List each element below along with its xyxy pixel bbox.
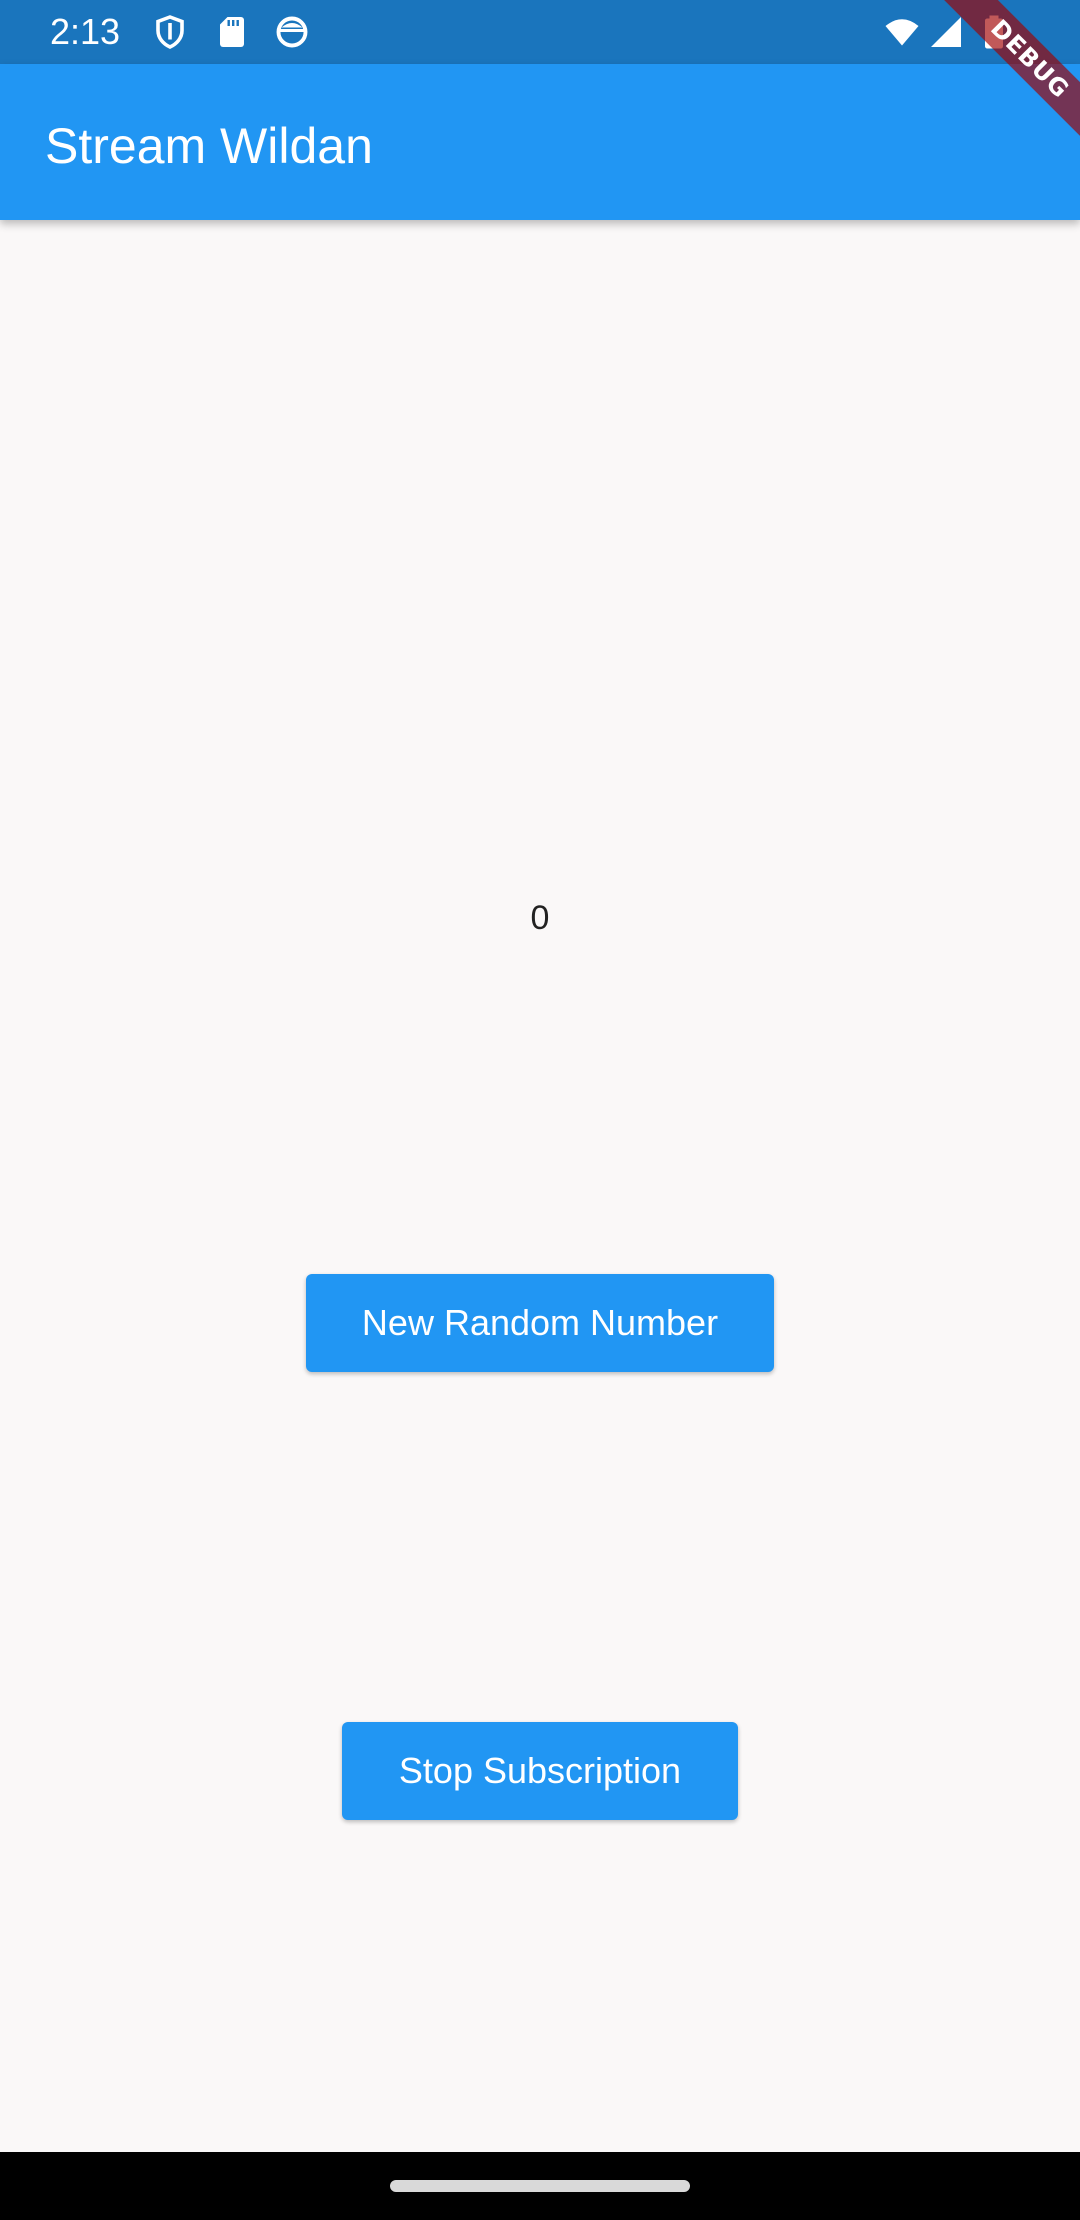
app-bar: Stream Wildan	[0, 64, 1080, 220]
android-face-icon	[276, 16, 308, 48]
status-bar: 2:13	[0, 0, 1080, 64]
main-content: 0 New Random Number Stop Subscription	[0, 220, 1080, 2152]
system-navigation-bar	[0, 2152, 1080, 2220]
sd-card-icon	[220, 17, 244, 47]
status-time: 2:13	[50, 11, 121, 52]
stop-subscription-button[interactable]: Stop Subscription	[342, 1722, 738, 1820]
wifi-icon	[885, 19, 919, 46]
signal-icon	[931, 17, 961, 47]
random-number-display: 0	[530, 899, 550, 937]
battery-icon	[985, 15, 1003, 49]
app-title: Stream Wildan	[45, 118, 373, 174]
new-random-number-button[interactable]: New Random Number	[306, 1274, 774, 1372]
shield-icon	[156, 15, 184, 49]
home-gesture-handle[interactable]	[390, 2180, 690, 2192]
